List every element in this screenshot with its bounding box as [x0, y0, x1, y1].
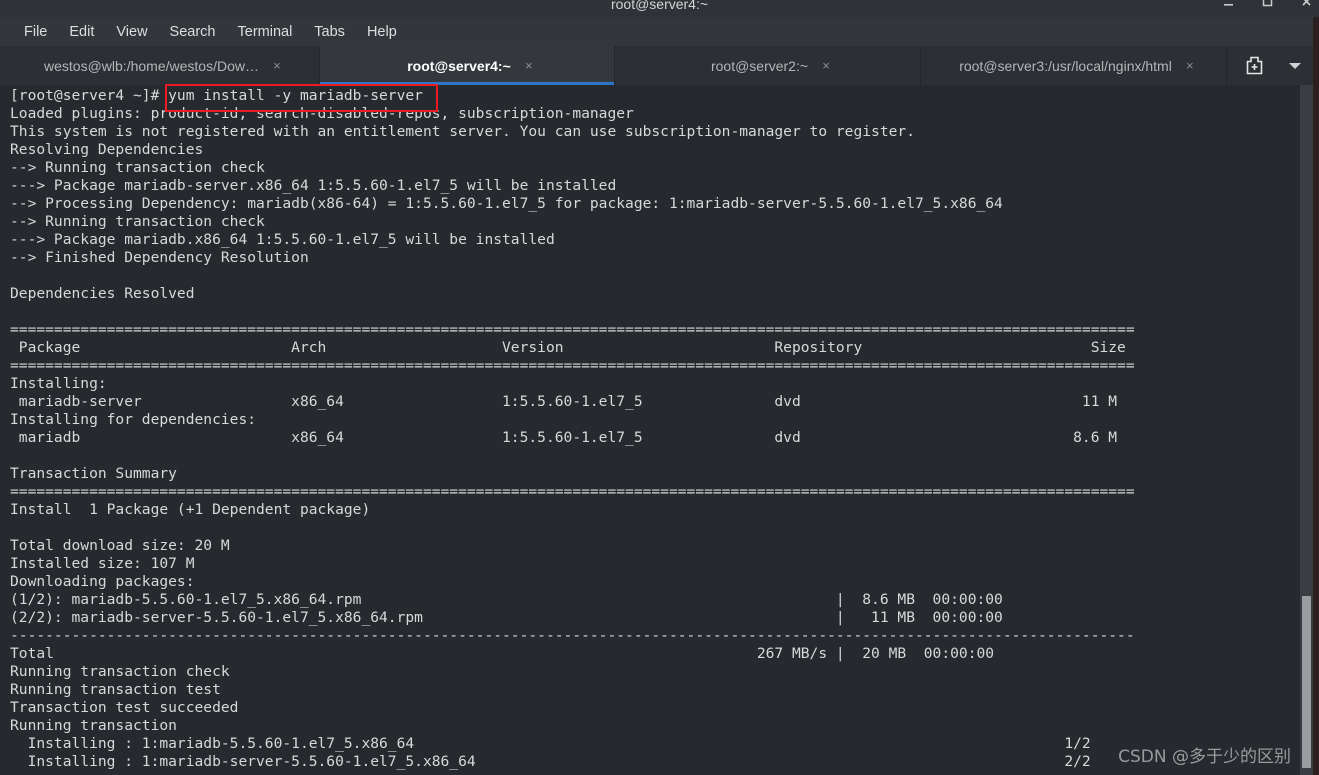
terminal-line: --> Running transaction check	[10, 159, 265, 176]
tab-close-icon[interactable]: ×	[818, 58, 834, 73]
csdn-watermark: CSDN @多于少的区别	[1118, 747, 1291, 767]
terminal-line: Installing for dependencies:	[10, 411, 257, 428]
terminal-line: Installing : 1:mariadb-5.5.60-1.el7_5.x8…	[10, 735, 1091, 752]
terminal-line: This system is not registered with an en…	[10, 123, 915, 140]
terminal-line: Installing : 1:mariadb-server-5.5.60-1.e…	[10, 753, 1091, 770]
menu-search[interactable]: Search	[159, 22, 227, 42]
terminal-line: (1/2): mariadb-5.5.60-1.el7_5.x86_64.rpm…	[10, 591, 1003, 608]
terminal-line: ---> Package mariadb-server.x86_64 1:5.5…	[10, 177, 617, 194]
terminal-line: ========================================…	[10, 321, 1135, 338]
tab-close-icon[interactable]: ×	[521, 58, 537, 73]
tab-root-server4[interactable]: root@server4:~ ×	[320, 46, 615, 85]
terminal-line: Installing:	[10, 375, 107, 392]
terminal-window: root@server4:~ File Edit View Search Ter…	[0, 0, 1319, 775]
tab-bar-actions	[1227, 46, 1319, 85]
terminal-line: Dependencies Resolved	[10, 285, 195, 302]
menu-edit[interactable]: Edit	[58, 22, 105, 42]
menu-terminal[interactable]: Terminal	[227, 22, 304, 42]
terminal-line: ========================================…	[10, 483, 1135, 500]
terminal-scrollbar[interactable]	[1300, 85, 1313, 775]
terminal-line: Total download size: 20 M	[10, 537, 230, 554]
terminal-line: ========================================…	[10, 357, 1135, 374]
terminal-line: --> Running transaction check	[10, 213, 265, 230]
add-tab-icon[interactable]	[1246, 56, 1263, 75]
close-button[interactable]	[1300, 0, 1313, 8]
terminal-line: --> Processing Dependency: mariadb(x86-6…	[10, 195, 1003, 212]
tab-label: root@server4:~	[407, 57, 511, 74]
maximize-button[interactable]	[1261, 0, 1274, 8]
menu-bar: File Edit View Search Terminal Tabs Help	[0, 17, 1319, 46]
terminal-line: Loaded plugins: product-id, search-disab…	[10, 105, 634, 122]
tab-bar: westos@wlb:/home/westos/Dow… × root@serv…	[0, 46, 1319, 85]
minimize-button[interactable]	[1222, 0, 1235, 8]
window-controls	[1222, 0, 1313, 8]
terminal-line: Resolving Dependencies	[10, 141, 204, 158]
terminal-line: Transaction test succeeded	[10, 699, 239, 716]
terminal-line: --> Finished Dependency Resolution	[10, 249, 309, 266]
terminal-line: mariadb-server x86_64 1:5.5.60-1.el7_5 d…	[10, 393, 1118, 410]
tab-label: westos@wlb:/home/westos/Dow…	[44, 57, 259, 74]
menu-view[interactable]: View	[105, 22, 158, 42]
terminal-line: (2/2): mariadb-server-5.5.60-1.el7_5.x86…	[10, 609, 1003, 626]
terminal-output[interactable]: [root@server4 ~]# yum install -y mariadb…	[0, 85, 1319, 775]
tab-label: root@server3:/usr/local/nginx/html	[959, 57, 1172, 74]
tab-root-server2[interactable]: root@server2:~ ×	[615, 46, 921, 85]
terminal-line: Running transaction	[10, 717, 177, 734]
chevron-down-icon[interactable]	[1288, 62, 1301, 69]
terminal-lines: [root@server4 ~]# yum install -y mariadb…	[10, 87, 1293, 771]
terminal-line: Running transaction test	[10, 681, 221, 698]
tab-root-server3[interactable]: root@server3:/usr/local/nginx/html ×	[921, 46, 1227, 85]
terminal-line: [root@server4 ~]# yum install -y mariadb…	[10, 87, 423, 104]
window-right-edge	[1313, 17, 1319, 775]
scrollbar-thumb[interactable]	[1302, 595, 1311, 769]
terminal-line: mariadb x86_64 1:5.5.60-1.el7_5 dvd 8.6 …	[10, 429, 1118, 446]
tab-close-icon[interactable]: ×	[1182, 58, 1198, 73]
terminal-line: Package Arch Version Repository Size	[10, 339, 1126, 356]
terminal-line: Downloading packages:	[10, 573, 195, 590]
terminal-line: Installed size: 107 M	[10, 555, 195, 572]
menu-help[interactable]: Help	[356, 22, 408, 42]
tab-westos-wlb[interactable]: westos@wlb:/home/westos/Dow… ×	[0, 46, 320, 85]
tab-close-icon[interactable]: ×	[269, 58, 285, 73]
tab-label: root@server2:~	[710, 57, 809, 74]
terminal-line: Install 1 Package (+1 Dependent package)	[10, 501, 371, 518]
terminal-line: Transaction Summary	[10, 465, 177, 482]
terminal-line: ----------------------------------------…	[10, 627, 1135, 644]
window-title: root@server4:~	[610, 0, 709, 12]
menu-tabs[interactable]: Tabs	[303, 22, 356, 42]
terminal-line: Running transaction check	[10, 663, 230, 680]
window-titlebar: root@server4:~	[0, 0, 1319, 18]
menu-file[interactable]: File	[13, 22, 58, 42]
terminal-line: ---> Package mariadb.x86_64 1:5.5.60-1.e…	[10, 231, 555, 248]
terminal-line: Total 267 MB/s | 20 MB 00:00:00	[10, 645, 995, 662]
